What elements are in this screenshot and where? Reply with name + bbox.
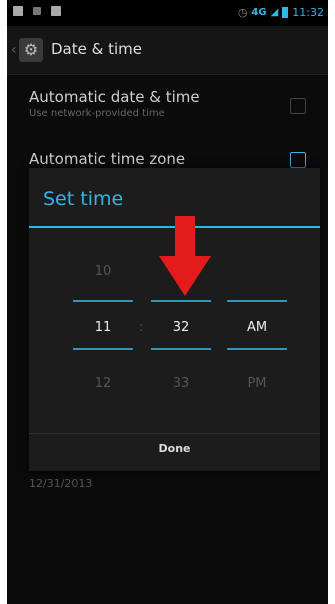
status-bar: ◷ 4G ◢ 11:32 (7, 0, 328, 26)
up-caret-icon[interactable]: ‹ (11, 42, 17, 58)
set-time-dialog: Set time 10 11 12 : 32 33 AM PM Done (29, 168, 320, 471)
action-bar: ‹ ⚙ Date & time (7, 26, 328, 75)
hour-next[interactable]: 12 (73, 376, 133, 391)
ampm-divider-bottom (227, 348, 287, 350)
date-value: 12/31/2013 (29, 477, 93, 490)
signal-strength-icon: ◢ (270, 7, 279, 18)
pref-title: Automatic date & time (29, 88, 200, 106)
status-bar-indicators: ◷ 4G ◢ 11:32 (238, 6, 324, 19)
minute-current[interactable]: 32 (151, 320, 211, 335)
hour-divider-bottom (73, 348, 133, 350)
dialog-title: Set time (43, 188, 124, 210)
hour-divider-top (73, 300, 133, 302)
minute-divider-top (151, 300, 211, 302)
arrow-head (159, 256, 211, 296)
gallery-notification-icon (13, 6, 23, 16)
minute-next[interactable]: 33 (151, 376, 211, 391)
signal-notification-icon (33, 7, 41, 15)
time-separator: : (139, 320, 144, 335)
settings-gear-icon[interactable]: ⚙ (19, 38, 43, 62)
status-bar-clock: 11:32 (292, 6, 324, 19)
minute-divider-bottom (151, 348, 211, 350)
battery-icon (282, 7, 289, 18)
pref-title: Automatic time zone (29, 150, 186, 168)
ampm-next[interactable]: PM (227, 376, 287, 391)
ampm-divider-top (227, 300, 287, 302)
app-notification-icon (51, 6, 61, 16)
hour-current[interactable]: 11 (73, 320, 133, 335)
auto-date-time-checkbox[interactable] (290, 98, 306, 114)
pref-automatic-time-zone[interactable]: Automatic time zone (29, 150, 185, 168)
dialog-button-bar: Done (29, 433, 320, 472)
done-button[interactable]: Done (29, 434, 320, 472)
ampm-current[interactable]: AM (227, 320, 287, 335)
status-bar-notifications (13, 6, 61, 16)
pref-summary: Use network-provided time (29, 108, 165, 119)
auto-time-zone-checkbox[interactable] (290, 152, 306, 168)
network-type-label: 4G (251, 7, 267, 18)
page-title: Date & time (51, 40, 142, 58)
hour-prev[interactable]: 10 (73, 264, 133, 279)
alarm-icon: ◷ (237, 6, 248, 19)
pref-automatic-date-time[interactable]: Automatic date & time Use network-provid… (29, 88, 200, 119)
down-arrow-icon (159, 216, 211, 296)
arrow-shaft (175, 216, 195, 260)
phone-screen: ◷ 4G ◢ 11:32 ‹ ⚙ Date & time Automatic d… (7, 0, 328, 604)
